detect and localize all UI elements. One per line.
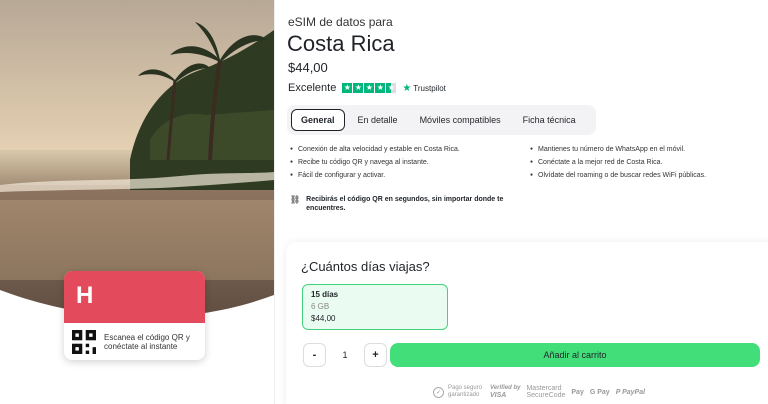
feature-item: Olvídate del roaming o de buscar redes W… bbox=[530, 169, 760, 182]
qr-card: H Escanea el código QR y conéctate al in… bbox=[64, 271, 205, 360]
link-icon: ⛓ bbox=[290, 195, 301, 204]
secure-payment: ✓ Pago seguro garantizado bbox=[433, 385, 484, 399]
plan-price: $44,00 bbox=[311, 314, 336, 323]
tab-moviles-compatibles[interactable]: Móviles compatibles bbox=[411, 110, 510, 130]
plan-days: 15 días bbox=[311, 290, 339, 299]
star-icon: ★ bbox=[364, 83, 375, 93]
plan-option-selected[interactable]: 15 días 6 GB $44,00 bbox=[302, 284, 448, 330]
tab-en-detalle[interactable]: En detalle bbox=[349, 110, 407, 130]
brand-banner: H bbox=[64, 271, 205, 323]
feature-item: Fácil de configurar y activar. bbox=[290, 169, 520, 182]
feature-list-left: Conexión de alta velocidad y estable en … bbox=[290, 143, 520, 182]
holafly-logo: H bbox=[76, 282, 93, 309]
tab-ficha-tecnica[interactable]: Ficha técnica bbox=[514, 110, 585, 130]
qr-code-icon bbox=[72, 329, 96, 354]
hero-image: H Escanea el código QR y conéctate al in… bbox=[0, 0, 274, 404]
feature-list-right: Mantienes tu número de WhatsApp en el mó… bbox=[530, 143, 760, 182]
product-panel: eSIM de datos para Costa Rica $44,00 Exc… bbox=[274, 0, 768, 404]
mastercard-securecode-logo: Mastercard SecureCode bbox=[526, 385, 566, 399]
purchase-card: ¿Cuántos días viajas? 15 días 6 GB $44,0… bbox=[286, 242, 768, 404]
feature-item: Conéctate a la mejor red de Costa Rica. bbox=[530, 156, 760, 169]
qr-note-text: Recibirás el código QR en segundos, sin … bbox=[306, 196, 504, 212]
qr-scan-text: Escanea el código QR y conéctate al inst… bbox=[104, 332, 190, 351]
apple-pay-logo: Pay bbox=[571, 388, 584, 396]
google-pay-logo: G Pay bbox=[589, 388, 610, 396]
product-title: Costa Rica bbox=[287, 31, 395, 56]
plan-data: 6 GB bbox=[311, 302, 330, 311]
tab-general[interactable]: General bbox=[291, 109, 345, 131]
star-half-icon: ★ bbox=[386, 83, 397, 93]
quantity-stepper: - 1 + bbox=[303, 343, 387, 367]
rating: Excelente ★ ★ ★ ★ ★ ★ Trustpilot bbox=[288, 82, 446, 94]
star-icon: ★ bbox=[353, 83, 364, 93]
star-icon: ★ bbox=[342, 83, 353, 93]
paypal-icon: P bbox=[615, 388, 621, 396]
shield-icon: ✓ bbox=[433, 386, 444, 398]
feature-item: Mantienes tu número de WhatsApp en el mó… bbox=[530, 143, 760, 156]
star-icon: ★ bbox=[375, 83, 386, 93]
product-price: $44,00 bbox=[288, 60, 328, 75]
add-to-cart-button[interactable]: Añadir al carrito bbox=[390, 343, 760, 367]
feature-item: Conexión de alta velocidad y estable en … bbox=[290, 143, 520, 156]
decrease-button[interactable]: - bbox=[303, 343, 326, 367]
quantity-value[interactable]: 1 bbox=[339, 350, 351, 360]
feature-item: Recibe tu código QR y navega al instante… bbox=[290, 156, 520, 169]
qr-delivery-note: ⛓ Recibirás el código QR en segundos, si… bbox=[290, 195, 520, 213]
increase-button[interactable]: + bbox=[364, 343, 387, 367]
rating-label: Excelente bbox=[288, 82, 337, 94]
trustpilot-stars: ★ ★ ★ ★ ★ bbox=[342, 83, 397, 93]
tab-bar: General En detalle Móviles compatibles F… bbox=[287, 105, 596, 135]
trustpilot-logo[interactable]: ★ Trustpilot bbox=[402, 83, 446, 94]
days-question: ¿Cuántos días viajas? bbox=[301, 259, 430, 274]
paypal-logo: P PayPal bbox=[615, 388, 646, 396]
product-subtitle: eSIM de datos para bbox=[288, 15, 393, 29]
trustpilot-star-icon: ★ bbox=[402, 82, 412, 94]
payment-methods: ✓ Pago seguro garantizado Verified by VI… bbox=[433, 385, 645, 399]
verified-by-visa-logo: Verified by VISA bbox=[490, 385, 521, 399]
